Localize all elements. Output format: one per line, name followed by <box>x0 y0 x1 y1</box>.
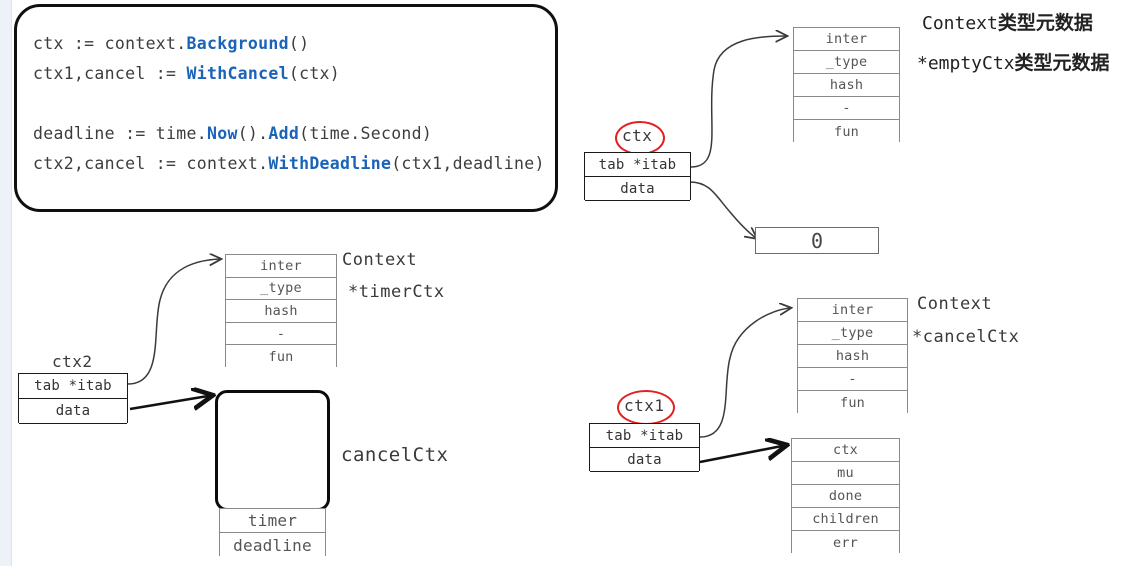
ctx-iface-row-data: data <box>585 177 690 201</box>
ctx-annotation-line2-mono: *emptyCtx <box>917 53 1015 74</box>
code-line-4-seg-1: WithDeadline <box>268 154 392 173</box>
code-line-0-seg-0: ctx := context. <box>33 34 187 53</box>
ctx-iface-table: tab *itab data <box>584 152 691 201</box>
code-line-3-seg-0: deadline := time. <box>33 124 207 143</box>
diagram-canvas: ctx := context.Background() ctx1,cancel :… <box>0 0 1138 566</box>
ctx2-iface-row-data: data <box>19 399 127 424</box>
ctx-itab-row-inter: inter <box>794 28 899 51</box>
code-line-3-seg-2: (). <box>237 124 269 143</box>
code-line-0-seg-1: Background <box>186 34 289 53</box>
code-line-0-seg-2: () <box>288 34 310 53</box>
ctx1-struct-row-mu: mu <box>792 462 899 485</box>
ctx2-struct-row-deadline: deadline <box>220 533 325 557</box>
code-line-3-seg-3: Add <box>268 124 300 143</box>
ctx-data-zero-box: 0 <box>755 227 879 254</box>
ctx2-timer-table: timer deadline <box>219 508 326 557</box>
ctx1-itab-row-inter: inter <box>798 299 907 322</box>
ctx1-itab-row-fun: fun <box>798 391 907 414</box>
ctx-itab-row-fun: fun <box>794 120 899 143</box>
ctx1-itab-row-type: _type <box>798 322 907 345</box>
ctx2-struct-name-label: cancelCtx <box>341 444 449 466</box>
ctx-itab-table: inter _type hash - fun <box>793 27 900 143</box>
code-line-4: ctx2,cancel := context.WithDeadline(ctx1… <box>33 149 545 179</box>
ctx1-itab-row-hash: hash <box>798 345 907 368</box>
ctx2-itab-table: inter _type hash - fun <box>225 254 337 368</box>
code-line-3-seg-1: Now <box>206 124 238 143</box>
slide-edge-band <box>0 0 12 566</box>
ctx-annotation-line1-mono: Context <box>922 13 998 34</box>
code-line-3: deadline := time.Now().Add(time.Second) <box>33 119 545 149</box>
ctx1-itab-table: inter _type hash - fun <box>797 298 908 414</box>
ctx-iface-row-tab: tab *itab <box>585 153 690 177</box>
ctx-annotation-line2-cn: 类型元数据 <box>1014 52 1110 74</box>
ctx2-itab-row-type: _type <box>226 277 336 301</box>
ctx1-struct-row-done: done <box>792 485 899 508</box>
code-lines: ctx := context.Background() ctx1,cancel :… <box>33 29 545 179</box>
ctx2-var-label: ctx2 <box>52 352 93 371</box>
code-line-4-seg-0: ctx2,cancel := context. <box>33 154 269 173</box>
ctx1-iface-row-tab: tab *itab <box>590 424 699 448</box>
ctx2-itab-row-hash: hash <box>226 300 336 323</box>
ctx1-struct-row-children: children <box>792 508 899 531</box>
code-line-0: ctx := context.Background() <box>33 29 545 59</box>
ctx2-cancelctx-highlight-box <box>215 390 330 511</box>
ctx2-annotation-line1: Context <box>342 250 418 270</box>
code-snippet-box: ctx := context.Background() ctx1,cancel :… <box>14 4 558 212</box>
ctx2-iface-table: tab *itab data <box>18 373 128 424</box>
ctx-annotation-line1: Context类型元数据 <box>922 8 1093 35</box>
ctx1-struct-table: ctx mu done children err <box>791 438 900 554</box>
ctx2-struct-row-timer: timer <box>220 509 325 533</box>
ctx-var-label: ctx <box>622 126 653 145</box>
ctx1-struct-row-ctx: ctx <box>792 439 899 462</box>
code-line-3-seg-4: (time.Second) <box>299 124 433 143</box>
ctx2-iface-row-tab: tab *itab <box>19 374 127 399</box>
ctx1-struct-row-err: err <box>792 531 899 554</box>
ctx-annotation-line1-cn: 类型元数据 <box>997 12 1093 34</box>
ctx-itab-row-hash: hash <box>794 74 899 97</box>
ctx-itab-row-type: _type <box>794 51 899 74</box>
ctx1-iface-row-data: data <box>590 448 699 472</box>
ctx2-itab-row-inter: inter <box>226 255 336 278</box>
ctx2-itab-row-dash: - <box>226 322 336 346</box>
ctx1-var-label: ctx1 <box>624 396 665 415</box>
code-line-1-seg-0: ctx1,cancel := <box>33 64 187 83</box>
code-line-1-seg-1: WithCancel <box>186 64 289 83</box>
ctx1-annotation-line2: *cancelCtx <box>912 327 1020 347</box>
ctx2-itab-row-fun: fun <box>226 345 336 368</box>
ctx-annotation-line2: *emptyCtx类型元数据 <box>917 48 1110 75</box>
ctx-itab-row-dash: - <box>794 97 899 120</box>
code-line-1-seg-2: (ctx) <box>288 64 341 83</box>
ctx1-iface-table: tab *itab data <box>589 423 700 472</box>
code-line-1: ctx1,cancel := WithCancel(ctx) <box>33 59 545 89</box>
ctx1-annotation-line1: Context <box>917 294 993 314</box>
ctx2-annotation-line2: *timerCtx <box>348 282 445 302</box>
code-line-4-seg-2: (ctx1,deadline) <box>391 154 545 173</box>
ctx1-itab-row-dash: - <box>798 368 907 391</box>
